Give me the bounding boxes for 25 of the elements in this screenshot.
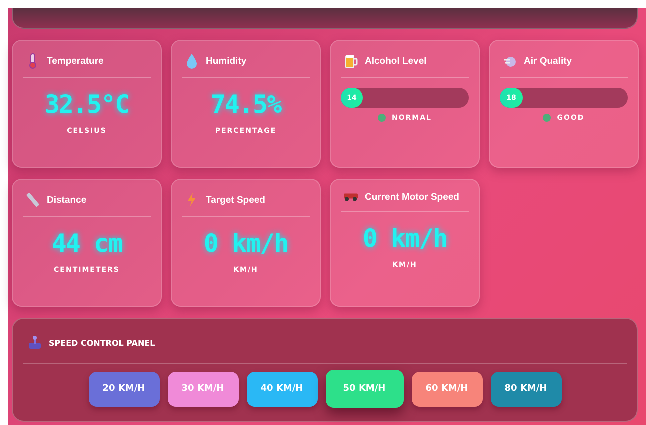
card-title: Target Speed: [206, 194, 266, 206]
sensor-value: 0 km/h: [204, 229, 288, 258]
mug-icon: [343, 53, 359, 69]
car-icon: [343, 193, 359, 202]
card-title: Temperature: [47, 56, 104, 66]
gamepad-icon: [27, 335, 43, 351]
sensor-value: 44 cm: [52, 229, 122, 258]
speed-button[interactable]: 20 KM/H: [88, 372, 160, 406]
sensor-value: 32.5°C: [44, 90, 130, 119]
speed-button[interactable]: 30 KM/H: [168, 372, 238, 406]
card-title: Air Quality: [524, 56, 572, 66]
speed-button[interactable]: 50 KM/H: [326, 370, 404, 408]
sensor-value: 74.5%: [210, 90, 282, 119]
card-title: Distance: [47, 194, 87, 206]
panel-title: SPEED CONTROL PANEL: [49, 338, 156, 348]
status-dot: [378, 114, 386, 122]
status-dot: [543, 114, 552, 122]
speed-button[interactable]: 80 KM/H: [490, 372, 562, 406]
droplet-icon: [184, 53, 200, 69]
sensor-value: 0 km/h: [362, 224, 448, 253]
card-title: Alcohol Level: [365, 56, 427, 66]
card-title: Humidity: [206, 56, 247, 66]
speed-button[interactable]: 40 KM/H: [246, 372, 318, 406]
speed-button[interactable]: 60 KM/H: [412, 372, 482, 406]
card-title: Current Motor Speed: [365, 192, 460, 203]
